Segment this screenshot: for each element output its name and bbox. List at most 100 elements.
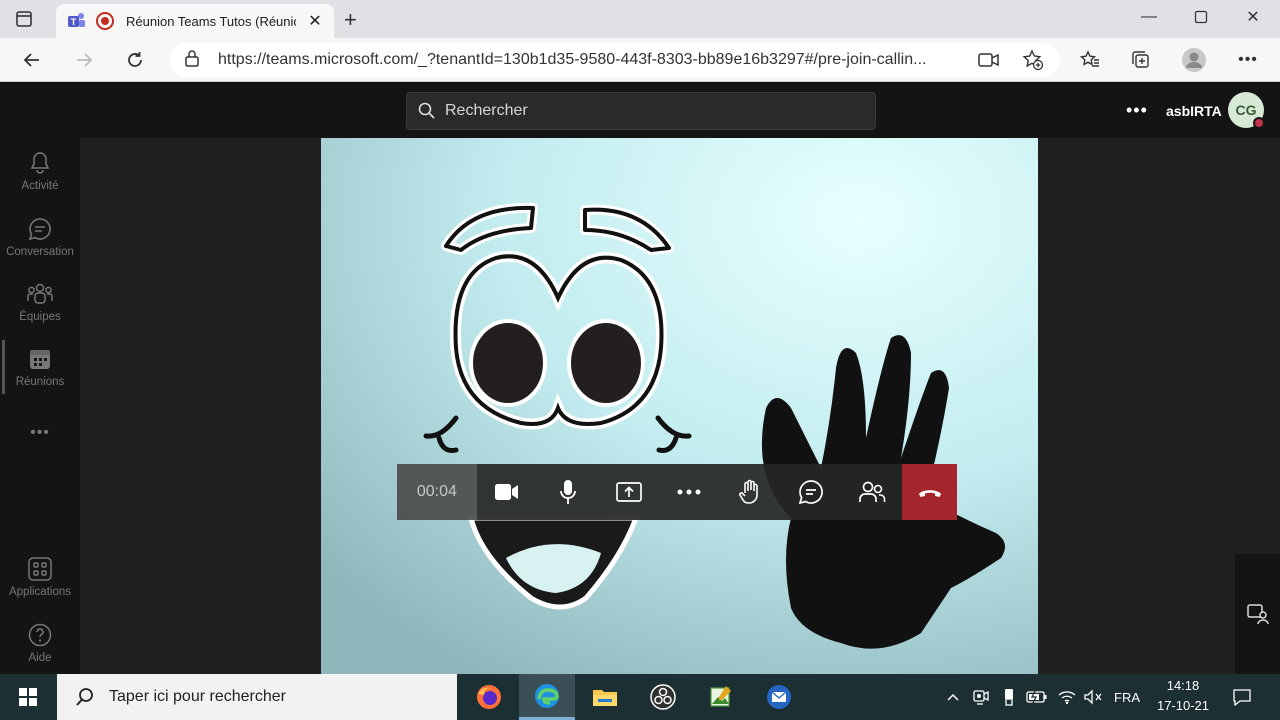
meeting-side-panel-button[interactable] <box>1235 554 1280 674</box>
add-favorite-icon[interactable] <box>1022 49 1044 76</box>
rail-item-apps[interactable]: Applications <box>0 556 80 598</box>
microphone-toggle-button[interactable] <box>537 464 599 520</box>
rail-label: Équipes <box>19 311 61 323</box>
usb-device-icon[interactable] <box>996 674 1022 720</box>
share-screen-icon <box>615 482 642 502</box>
collections-icon[interactable] <box>1125 44 1157 76</box>
help-icon <box>28 623 52 647</box>
rail-label: Aide <box>28 652 52 664</box>
windows-logo-icon <box>19 688 37 706</box>
chat-icon <box>28 218 51 241</box>
teams-header: Rechercher ••• asbIRTA CG <box>0 82 1280 138</box>
notification-center-icon[interactable] <box>1226 674 1258 720</box>
show-hidden-icons-icon[interactable] <box>942 674 964 720</box>
browser-tab-strip: T Réunion Teams Tutos (Réunion ✕ + — ✕ <box>0 0 1280 38</box>
rail-label: Conversation <box>6 246 74 258</box>
header-more-icon[interactable]: ••• <box>1126 100 1148 121</box>
recording-icon <box>96 12 114 30</box>
teams-app-rail: Activité Conversation Équipes Réunions •… <box>0 138 80 674</box>
cartoon-wave-illustration <box>321 138 1038 674</box>
back-icon[interactable] <box>16 44 48 76</box>
organization-name[interactable]: asbIRTA <box>1166 103 1222 119</box>
camera-toggle-button[interactable] <box>476 464 538 520</box>
browser-tab[interactable]: T Réunion Teams Tutos (Réunion ✕ <box>56 4 334 38</box>
more-actions-button[interactable] <box>659 464 720 520</box>
call-timer: 00:04 <box>397 464 477 520</box>
share-content-button[interactable] <box>598 464 660 520</box>
leave-call-button[interactable] <box>902 464 957 520</box>
video-camera-icon <box>495 484 519 500</box>
search-placeholder: Rechercher <box>445 102 528 119</box>
svg-text:T: T <box>71 17 77 27</box>
rail-item-help[interactable]: Aide <box>0 622 80 664</box>
tab-close-icon[interactable]: ✕ <box>306 11 324 31</box>
volume-muted-icon[interactable] <box>1080 674 1106 720</box>
forward-icon[interactable] <box>68 44 100 76</box>
image-editor-app[interactable] <box>693 674 749 720</box>
minimize-icon[interactable]: — <box>1124 0 1174 34</box>
meet-now-icon[interactable] <box>968 674 994 720</box>
battery-icon[interactable] <box>1024 674 1050 720</box>
obs-app[interactable] <box>635 674 691 720</box>
windows-taskbar: Taper ici pour rechercher FRA 14:18 17-1… <box>0 674 1280 720</box>
rail-label: Applications <box>8 586 71 598</box>
more-icon <box>677 489 701 495</box>
refresh-icon[interactable] <box>119 44 151 76</box>
file-explorer-app[interactable] <box>577 674 633 720</box>
profile-icon[interactable] <box>1178 44 1210 76</box>
address-bar-row: https://teams.microsoft.com/_?tenantId=1… <box>0 38 1280 82</box>
settings-more-icon[interactable]: ••• <box>1232 44 1264 76</box>
folder-icon <box>593 690 617 706</box>
rail-label: Activité <box>21 180 59 192</box>
clock-time: 14:18 <box>1166 678 1200 693</box>
show-participants-button[interactable] <box>841 464 903 520</box>
call-control-bar: 00:04 <box>397 464 957 520</box>
favorites-icon[interactable] <box>1074 44 1106 76</box>
rail-item-meetings[interactable]: Réunions <box>0 346 80 388</box>
edge-app[interactable] <box>519 674 575 720</box>
input-language-indicator[interactable]: FRA <box>1110 674 1144 720</box>
teams-search-input[interactable]: Rechercher <box>406 92 876 130</box>
mail-icon <box>767 685 791 709</box>
clock-date: 17-10-21 <box>1156 698 1210 713</box>
mail-app[interactable] <box>751 674 807 720</box>
shared-video-feed <box>321 138 1038 674</box>
taskbar-search-input[interactable]: Taper ici pour rechercher <box>57 674 457 720</box>
rail-item-teams[interactable]: Équipes <box>0 281 80 323</box>
presence-status-badge <box>1253 117 1265 129</box>
url-field[interactable]: https://teams.microsoft.com/_?tenantId=1… <box>170 43 1060 77</box>
participants-icon <box>858 481 886 502</box>
search-icon <box>76 688 93 706</box>
apps-icon <box>28 557 52 581</box>
close-window-icon[interactable]: ✕ <box>1228 0 1278 34</box>
calendar-icon <box>30 350 50 369</box>
url-text: https://teams.microsoft.com/_?tenantId=1… <box>218 51 927 68</box>
teams-group-icon <box>27 283 53 304</box>
participant-screen-icon <box>1246 604 1269 625</box>
rail-item-activity[interactable]: Activité <box>0 150 80 192</box>
wifi-icon[interactable] <box>1054 674 1080 720</box>
system-clock[interactable]: 14:18 17-10-21 <box>1150 676 1216 718</box>
firefox-app[interactable] <box>461 674 517 720</box>
raise-hand-button[interactable] <box>719 464 781 520</box>
obs-icon <box>650 684 676 710</box>
bell-icon <box>30 152 50 174</box>
edge-icon <box>535 683 559 708</box>
firefox-icon <box>477 685 501 709</box>
rail-label: Réunions <box>15 376 65 388</box>
rail-more-icon[interactable]: ••• <box>0 424 80 442</box>
teams-icon: T <box>66 11 86 31</box>
start-button[interactable] <box>0 674 56 720</box>
picture-editor-icon <box>710 686 731 707</box>
hand-icon <box>739 479 759 504</box>
camera-permission-icon[interactable] <box>978 51 1000 74</box>
show-conversation-button[interactable] <box>780 464 842 520</box>
maximize-icon[interactable] <box>1176 0 1226 34</box>
chat-bubble-icon <box>798 480 823 505</box>
lock-icon[interactable] <box>184 49 206 72</box>
rail-item-chat[interactable]: Conversation <box>0 216 80 258</box>
taskbar-search-placeholder: Taper ici pour rechercher <box>109 688 286 705</box>
tab-actions-icon[interactable] <box>14 9 34 34</box>
new-tab-icon[interactable]: + <box>344 7 357 33</box>
search-icon <box>418 102 435 119</box>
